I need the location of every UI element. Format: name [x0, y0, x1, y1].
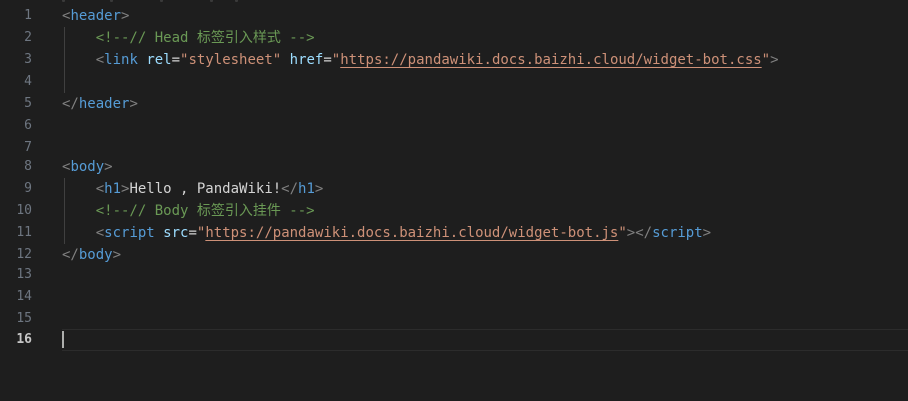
code-line[interactable]: 1 <header>	[0, 5, 908, 27]
line-number: 9	[24, 181, 32, 196]
code-editor[interactable]: 1 <header> 2 <!--// Head 标签引入样式 --> 3 <l…	[0, 0, 908, 401]
line-content: <!--// Head 标签引入样式 -->	[62, 27, 315, 49]
code-line-active[interactable]: 16	[0, 329, 908, 351]
line-content: <body>	[62, 159, 113, 175]
code-line[interactable]: 11 <script src="https://pandawiki.docs.b…	[0, 222, 908, 244]
line-number-active: 16	[16, 332, 32, 347]
body-close-tag: body	[78, 247, 113, 263]
line-number: 11	[16, 225, 32, 240]
code-line[interactable]: 4	[0, 71, 908, 93]
code-line[interactable]: 14	[0, 286, 908, 308]
script-open-tag: script	[104, 225, 155, 241]
line-number: 10	[16, 203, 32, 218]
line-number: 6	[24, 118, 32, 133]
line-content: </header>	[62, 96, 138, 112]
js-url-link[interactable]: https://pandawiki.docs.baizhi.cloud/widg…	[205, 225, 618, 241]
line-number: 2	[24, 30, 32, 45]
code-line[interactable]: 2 <!--// Head 标签引入样式 -->	[0, 27, 908, 49]
body-open-tag: body	[70, 159, 105, 175]
line-number: 4	[24, 74, 32, 89]
code-line[interactable]: 12 </body>	[0, 244, 908, 266]
code-line[interactable]: 8 <body>	[0, 156, 908, 178]
rel-value: "stylesheet"	[180, 52, 282, 68]
line-number: 14	[16, 289, 32, 304]
line-number: 8	[24, 159, 32, 174]
code-line[interactable]: 9 <h1>Hello , PandaWiki!</h1>	[0, 178, 908, 200]
line-content: <header>	[62, 8, 130, 24]
line-content: <link rel="stylesheet" href="https://pan…	[95, 52, 779, 68]
line-content: <!--// Body 标签引入挂件 -->	[62, 200, 315, 222]
h1-close-tag: h1	[298, 181, 315, 197]
code-line[interactable]: 15	[0, 308, 908, 330]
line-content: <h1>Hello , PandaWiki!</h1>	[95, 181, 324, 197]
header-close-tag: header	[78, 96, 130, 112]
code-line[interactable]: 13	[0, 264, 908, 286]
header-open-tag: header	[70, 8, 122, 24]
code-line[interactable]: 5 </header>	[0, 93, 908, 115]
rel-attribute: rel	[146, 52, 172, 68]
href-attribute: href	[289, 52, 324, 68]
line-content: </body>	[62, 247, 122, 263]
line-number: 12	[16, 247, 32, 262]
line-number: 1	[24, 8, 32, 23]
line-number: 3	[24, 52, 32, 67]
line-number: 13	[16, 267, 32, 282]
src-attribute: src	[163, 225, 189, 241]
text-cursor	[62, 331, 64, 348]
head-comment: <!--// Head 标签引入样式 -->	[95, 30, 315, 46]
code-line[interactable]: 10 <!--// Body 标签引入挂件 -->	[0, 200, 908, 222]
script-close-tag: script	[652, 225, 703, 241]
h1-open-tag: h1	[104, 181, 122, 197]
h1-text: Hello , PandaWiki!	[129, 181, 282, 197]
line-number: 15	[16, 311, 32, 326]
body-comment: <!--// Body 标签引入挂件 -->	[95, 203, 315, 219]
code-line[interactable]: 6	[0, 115, 908, 137]
line-content: <script src="https://pandawiki.docs.baiz…	[95, 225, 712, 241]
scrolled-top-fragment	[0, 0, 908, 4]
line-number: 5	[24, 96, 32, 111]
css-url-link[interactable]: https://pandawiki.docs.baizhi.cloud/widg…	[340, 52, 761, 68]
link-tag: link	[104, 52, 138, 68]
code-line[interactable]: 3 <link rel="stylesheet" href="https://p…	[0, 49, 908, 71]
